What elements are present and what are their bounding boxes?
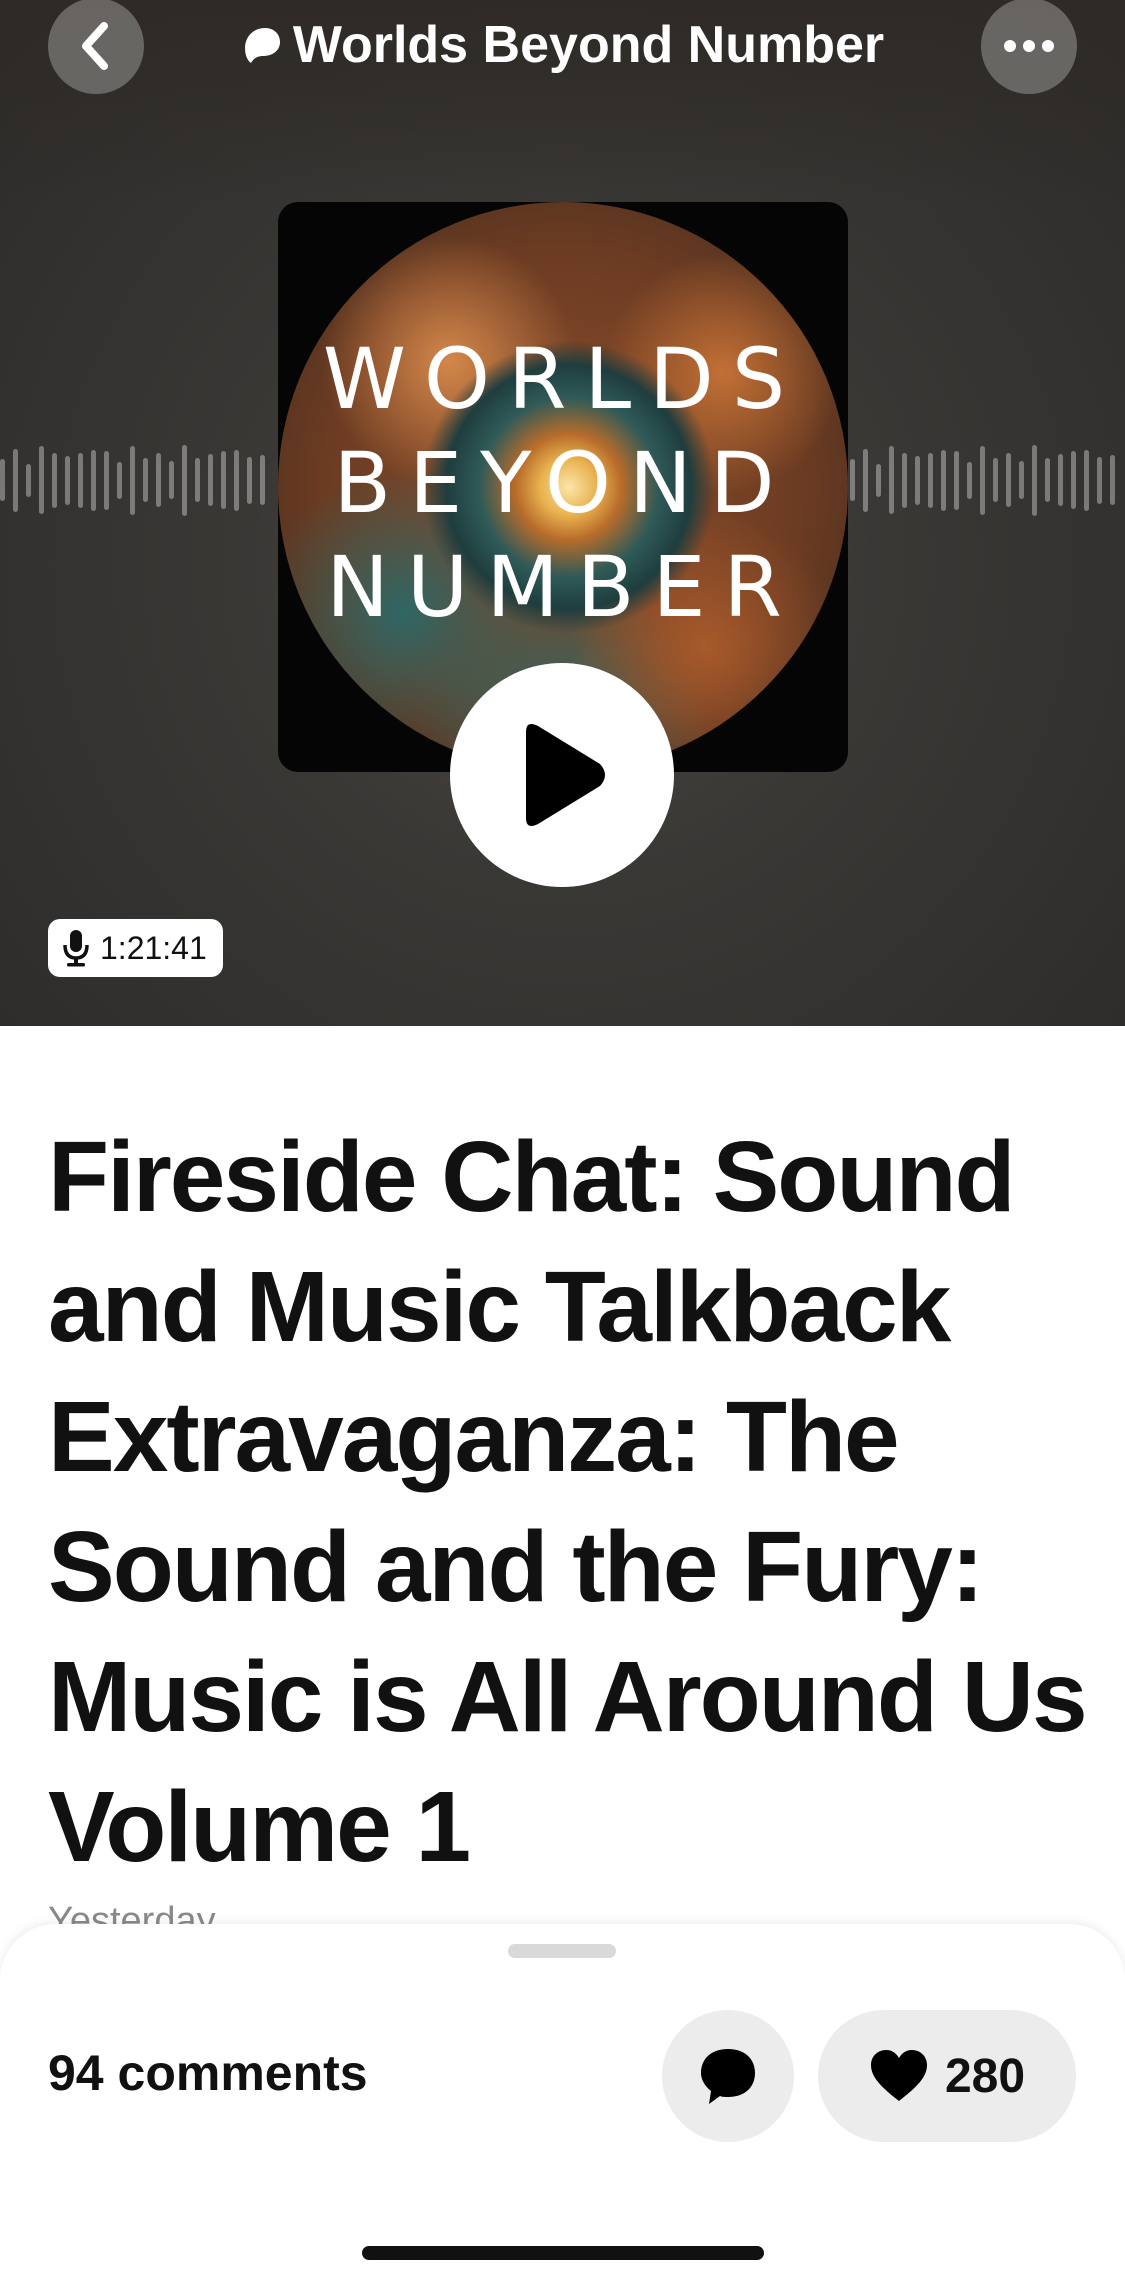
waveform-bar bbox=[247, 456, 252, 504]
waveform-bar bbox=[863, 448, 868, 512]
waveform-bar bbox=[1084, 449, 1089, 511]
waveform-bar bbox=[1110, 455, 1115, 505]
speech-bubble-icon bbox=[701, 2049, 755, 2104]
waveform-bar bbox=[889, 446, 894, 514]
patreon-icon bbox=[244, 28, 280, 63]
waveform-bar bbox=[91, 449, 96, 511]
waveform-bar bbox=[993, 458, 998, 502]
waveform-bar bbox=[967, 461, 972, 499]
waveform-right bbox=[850, 430, 1125, 530]
waveform-bar bbox=[260, 455, 265, 505]
waveform-bar bbox=[78, 452, 83, 508]
waveform-bar bbox=[954, 450, 959, 510]
waveform-bar bbox=[850, 459, 855, 501]
heart-icon bbox=[870, 2050, 927, 2101]
like-button[interactable]: 280 bbox=[818, 2010, 1076, 2142]
home-indicator[interactable] bbox=[362, 2246, 764, 2260]
waveform-bar bbox=[143, 458, 148, 502]
waveform-bar bbox=[208, 454, 213, 506]
waveform-bar bbox=[13, 448, 18, 512]
duration-text: 1:21:41 bbox=[100, 929, 207, 966]
artwork-text-line: BEYOND bbox=[333, 434, 793, 532]
waveform-bar bbox=[130, 445, 135, 515]
waveform-left bbox=[0, 430, 280, 530]
episode-hero: Worlds Beyond Number WORLDS BEYOND NUMBE… bbox=[0, 0, 1125, 1026]
waveform-bar bbox=[65, 455, 70, 505]
waveform-bar bbox=[941, 449, 946, 511]
waveform-bar bbox=[876, 463, 881, 497]
waveform-bar bbox=[1058, 454, 1063, 506]
waveform-bar bbox=[52, 452, 57, 508]
waveform-bar bbox=[39, 446, 44, 514]
comments-count[interactable]: 94 comments bbox=[48, 2044, 368, 2102]
waveform-bar bbox=[0, 459, 5, 501]
waveform-bar bbox=[221, 451, 226, 509]
waveform-bar bbox=[1045, 458, 1050, 502]
waveform-bar bbox=[26, 463, 31, 497]
waveform-bar bbox=[1097, 456, 1102, 504]
waveform-bar bbox=[169, 461, 174, 499]
waveform-bar bbox=[902, 452, 907, 508]
creator-title[interactable]: Worlds Beyond Number bbox=[0, 14, 1125, 76]
more-options-button[interactable] bbox=[981, 0, 1077, 94]
waveform-bar bbox=[1019, 461, 1024, 499]
sheet-grabber[interactable] bbox=[508, 1944, 616, 1958]
artwork-text-line: WORLDS bbox=[322, 330, 804, 428]
waveform-bar bbox=[156, 453, 161, 507]
comment-button[interactable] bbox=[662, 2010, 794, 2142]
waveform-bar bbox=[1071, 451, 1076, 509]
waveform-bar bbox=[182, 444, 187, 516]
microphone-icon bbox=[63, 930, 89, 967]
waveform-bar bbox=[195, 458, 200, 502]
waveform-bar bbox=[104, 450, 109, 510]
episode-title: Fireside Chat: Sound and Music Talkback … bbox=[48, 1121, 1088, 1883]
waveform-bar bbox=[928, 452, 933, 508]
artwork-text-line: NUMBER bbox=[326, 538, 800, 636]
like-count: 280 bbox=[944, 2049, 1026, 2103]
waveform-bar bbox=[915, 455, 920, 505]
waveform-bar bbox=[234, 449, 239, 511]
creator-name: Worlds Beyond Number bbox=[292, 16, 885, 74]
waveform-bar bbox=[117, 461, 122, 499]
comments-sheet[interactable]: 94 comments 280 bbox=[0, 1924, 1125, 2284]
waveform-bar bbox=[980, 445, 985, 515]
play-button[interactable] bbox=[450, 663, 674, 887]
waveform-bar bbox=[1006, 453, 1011, 507]
duration-badge: 1:21:41 bbox=[48, 919, 223, 977]
ellipsis-icon bbox=[1004, 40, 1054, 52]
waveform-bar bbox=[1032, 444, 1037, 516]
play-icon bbox=[526, 724, 605, 826]
